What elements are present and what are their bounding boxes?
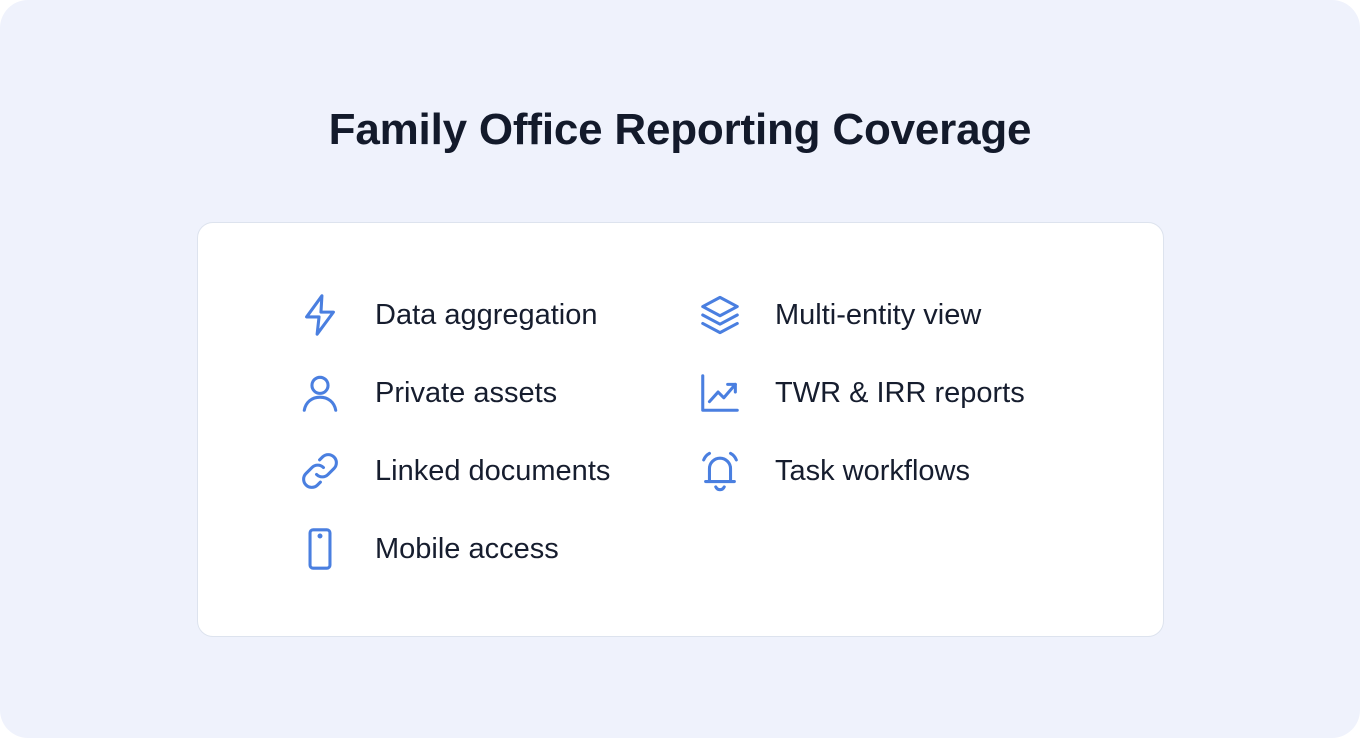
layers-icon	[697, 292, 743, 338]
feature-label: Mobile access	[375, 533, 559, 565]
feature-label: Task workflows	[775, 455, 970, 487]
feature-task-workflows: Task workflows	[697, 446, 970, 496]
smartphone-icon	[297, 526, 343, 572]
trending-up-chart-icon	[697, 370, 743, 416]
feature-mobile-access: Mobile access	[297, 524, 559, 574]
alarm-bell-icon	[697, 448, 743, 494]
feature-linked-documents: Linked documents	[297, 446, 610, 496]
feature-label: Private assets	[375, 377, 558, 409]
lightning-bolt-icon	[297, 292, 343, 338]
features-card: Data aggregation Private assets Linked d…	[197, 222, 1164, 637]
feature-label: Multi-entity view	[775, 299, 982, 331]
feature-label: TWR & IRR reports	[775, 377, 1025, 409]
user-icon	[297, 370, 343, 416]
feature-twr-irr-reports: TWR & IRR reports	[697, 368, 1025, 418]
feature-private-assets: Private assets	[297, 368, 557, 418]
page: Family Office Reporting Coverage Data ag…	[0, 0, 1360, 738]
feature-multi-entity-view: Multi-entity view	[697, 290, 981, 340]
link-icon	[297, 448, 343, 494]
feature-label: Linked documents	[375, 455, 611, 487]
feature-label: Data aggregation	[375, 299, 598, 331]
page-title: Family Office Reporting Coverage	[328, 105, 1032, 154]
feature-data-aggregation: Data aggregation	[297, 290, 598, 340]
